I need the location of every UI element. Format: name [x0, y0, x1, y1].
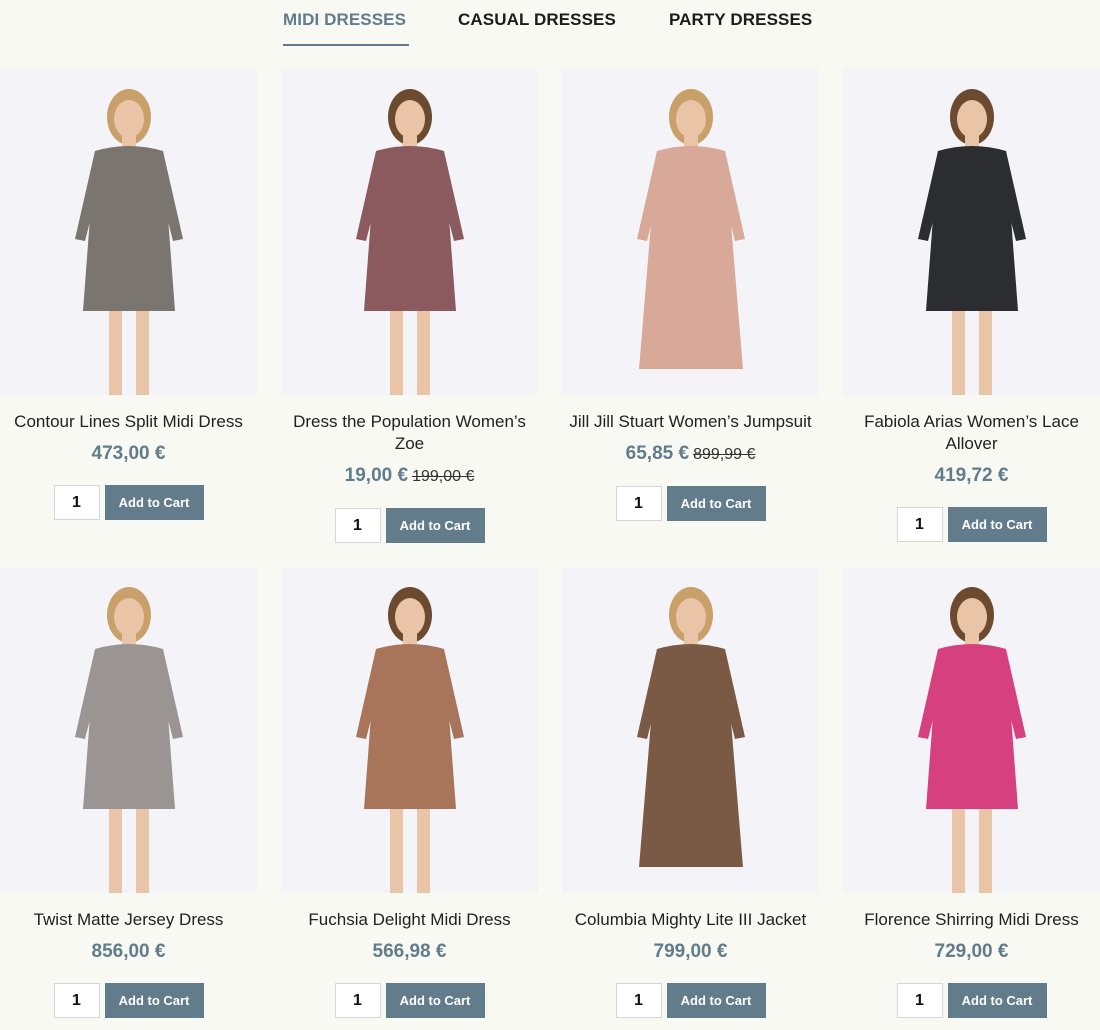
- add-to-cart-button[interactable]: Add to Cart: [666, 983, 766, 1018]
- add-to-cart-form: Add to Cart: [0, 983, 257, 1018]
- product-price: 65,85 €899,99 €: [562, 443, 819, 466]
- current-price: 419,72 €: [934, 465, 1009, 486]
- product-name[interactable]: Fuchsia Delight Midi Dress: [281, 909, 538, 931]
- product-image[interactable]: [281, 69, 538, 395]
- add-to-cart-form: Add to Cart: [843, 507, 1100, 542]
- tab-party-dresses[interactable]: PARTY DRESSES: [669, 10, 812, 46]
- product-name[interactable]: Florence Shirring Midi Dress: [843, 909, 1100, 931]
- add-to-cart-button[interactable]: Add to Cart: [385, 508, 485, 543]
- product-image[interactable]: [562, 567, 819, 893]
- current-price: 729,00 €: [934, 941, 1009, 962]
- current-price: 65,85 €: [625, 443, 690, 464]
- product-image[interactable]: [562, 69, 819, 395]
- product-price: 856,00 €: [0, 941, 257, 963]
- tab-midi-dresses[interactable]: MIDI DRESSES: [283, 10, 409, 46]
- product-card: Twist Matte Jersey Dress 856,00 € Add to…: [0, 567, 257, 1018]
- current-price: 566,98 €: [372, 941, 447, 962]
- product-image[interactable]: [843, 69, 1100, 395]
- add-to-cart-button[interactable]: Add to Cart: [947, 983, 1047, 1018]
- current-price: 473,00 €: [91, 443, 166, 464]
- product-price: 729,00 €: [843, 941, 1100, 963]
- product-name[interactable]: Twist Matte Jersey Dress: [0, 909, 257, 931]
- tab-casual-dresses[interactable]: CASUAL DRESSES: [458, 10, 616, 46]
- quantity-input[interactable]: [896, 983, 943, 1018]
- product-image[interactable]: [281, 567, 538, 893]
- add-to-cart-button[interactable]: Add to Cart: [947, 507, 1047, 542]
- quantity-input[interactable]: [334, 508, 381, 543]
- add-to-cart-form: Add to Cart: [0, 485, 257, 520]
- product-card: Jill Jill Stuart Women’s Jumpsuit 65,85 …: [562, 69, 819, 521]
- product-card: Columbia Mighty Lite III Jacket 799,00 €…: [562, 567, 819, 1018]
- add-to-cart-form: Add to Cart: [562, 486, 819, 521]
- old-price: 199,00 €: [412, 468, 475, 485]
- quantity-input[interactable]: [53, 485, 100, 520]
- quantity-input[interactable]: [334, 983, 381, 1018]
- add-to-cart-button[interactable]: Add to Cart: [666, 486, 766, 521]
- product-name[interactable]: Fabiola Arias Women’s Lace Allover: [843, 411, 1100, 455]
- product-name[interactable]: Contour Lines Split Midi Dress: [0, 411, 257, 433]
- product-price: 19,00 €199,00 €: [281, 465, 538, 488]
- add-to-cart-button[interactable]: Add to Cart: [104, 485, 204, 520]
- quantity-input[interactable]: [615, 983, 662, 1018]
- add-to-cart-form: Add to Cart: [281, 983, 538, 1018]
- product-name[interactable]: Jill Jill Stuart Women’s Jumpsuit: [562, 411, 819, 433]
- product-price: 566,98 €: [281, 941, 538, 963]
- old-price: 899,99 €: [693, 446, 756, 463]
- product-card: Fuchsia Delight Midi Dress 566,98 € Add …: [281, 567, 538, 1018]
- product-image[interactable]: [843, 567, 1100, 893]
- current-price: 799,00 €: [653, 941, 728, 962]
- add-to-cart-button[interactable]: Add to Cart: [104, 983, 204, 1018]
- product-price: 473,00 €: [0, 443, 257, 465]
- add-to-cart-form: Add to Cart: [281, 508, 538, 543]
- product-image[interactable]: [0, 69, 257, 395]
- product-name[interactable]: Dress the Population Women’s Zoe: [281, 411, 538, 455]
- add-to-cart-form: Add to Cart: [843, 983, 1100, 1018]
- quantity-input[interactable]: [53, 983, 100, 1018]
- quantity-input[interactable]: [615, 486, 662, 521]
- product-image[interactable]: [0, 567, 257, 893]
- product-card: Contour Lines Split Midi Dress 473,00 € …: [0, 69, 257, 520]
- product-card: Dress the Population Women’s Zoe 19,00 €…: [281, 69, 538, 543]
- product-price: 799,00 €: [562, 941, 819, 963]
- add-to-cart-button[interactable]: Add to Cart: [385, 983, 485, 1018]
- add-to-cart-form: Add to Cart: [562, 983, 819, 1018]
- product-card: Florence Shirring Midi Dress 729,00 € Ad…: [843, 567, 1100, 1018]
- product-name[interactable]: Columbia Mighty Lite III Jacket: [562, 909, 819, 931]
- category-tabs: MIDI DRESSES CASUAL DRESSES PARTY DRESSE…: [0, 0, 1100, 60]
- product-card: Fabiola Arias Women’s Lace Allover 419,7…: [843, 69, 1100, 542]
- current-price: 856,00 €: [91, 941, 166, 962]
- current-price: 19,00 €: [344, 465, 409, 486]
- product-price: 419,72 €: [843, 465, 1100, 487]
- quantity-input[interactable]: [896, 507, 943, 542]
